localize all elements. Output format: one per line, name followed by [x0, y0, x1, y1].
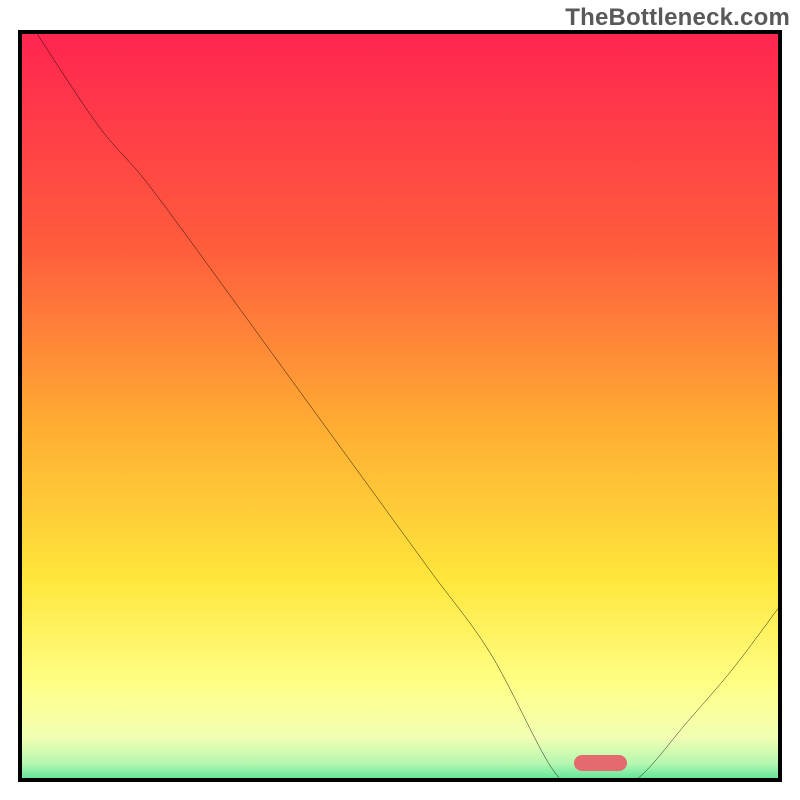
bottleneck-curve — [22, 34, 778, 782]
plot-area — [18, 30, 782, 782]
watermark-text: TheBottleneck.com — [565, 4, 790, 32]
optimal-range-marker — [574, 755, 627, 771]
chart-container: TheBottleneck.com — [0, 0, 800, 800]
